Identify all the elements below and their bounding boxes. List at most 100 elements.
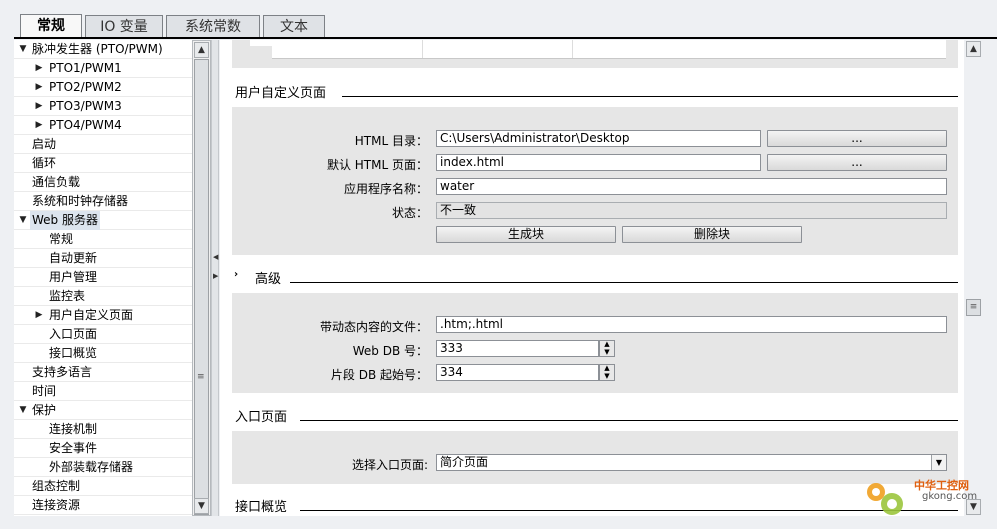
delete-block-button[interactable]: 删除块 <box>622 226 802 243</box>
tab-general[interactable]: 常规 <box>20 14 82 38</box>
entry-page-select[interactable]: 简介页面 ▼ <box>436 454 947 471</box>
tree-item[interactable]: 自动更新 <box>14 249 192 268</box>
fragment-db-field[interactable]: 334 <box>436 364 599 381</box>
navigation-tree: ▼ 脉冲发生器 (PTO/PWM) ▶ PTO1/PWM1 ▶ PTO2/PWM2 ▶ PTO… <box>14 40 192 516</box>
tree-item-label: PTO1/PWM1 <box>49 61 122 75</box>
fragment-db-spinner[interactable]: ▲ ▼ <box>599 364 615 381</box>
html-dir-field[interactable]: C:\Users\Administrator\Desktop <box>436 130 761 147</box>
tree-item[interactable]: 通信负载 <box>14 173 192 192</box>
spin-up-icon[interactable]: ▲ <box>600 341 614 348</box>
tree-item[interactable]: ▶ PTO4/PWM4 <box>14 116 192 135</box>
tree-item-label: PTO3/PWM3 <box>49 99 122 113</box>
browse-html-dir-button[interactable]: ... <box>767 130 947 147</box>
tree-item[interactable]: ▶ PTO1/PWM1 <box>14 59 192 78</box>
tree-item[interactable]: ▼ Web 服务器 <box>14 211 192 230</box>
tree-item[interactable]: ▶ PTO3/PWM3 <box>14 97 192 116</box>
section-divider <box>300 420 958 421</box>
tab-divider <box>14 37 997 39</box>
section-title-interface-overview: 接口概览 <box>235 500 288 515</box>
tree-item[interactable]: 用户管理 <box>14 268 192 287</box>
section-title-advanced: 高级 <box>255 272 282 287</box>
collapsed-caret-icon[interactable]: ▶ <box>34 116 44 135</box>
expand-advanced-icon[interactable]: › <box>234 269 238 280</box>
collapsed-caret-icon[interactable]: ▶ <box>34 97 44 116</box>
html-dir-label: HTML 目录： <box>354 134 428 148</box>
grip-icon: ≡ <box>197 372 205 382</box>
tree-item[interactable]: 监控表 <box>14 287 192 306</box>
tree-item[interactable]: ▶ PTO2/PWM2 <box>14 78 192 97</box>
default-page-field[interactable]: index.html <box>436 154 761 171</box>
tree-item[interactable]: 常规 <box>14 230 192 249</box>
generate-block-button[interactable]: 生成块 <box>436 226 616 243</box>
properties-content: 用户自定义页面 HTML 目录： C:\Users\Administrator\… <box>220 40 964 516</box>
watermark-url: gkong.com <box>922 491 978 502</box>
section-divider <box>342 96 958 97</box>
tree-item-label: PTO4/PWM4 <box>49 118 122 132</box>
watermark-logo: 中华工控网 gkong.com <box>862 474 992 519</box>
tree-item-label: 系统和时钟存储器 <box>32 194 129 208</box>
tree-item[interactable]: 接口概览 <box>14 344 192 363</box>
section-divider <box>300 510 958 511</box>
collapse-left-icon[interactable]: ◀ <box>213 253 218 261</box>
fragment-db-label: 片段 DB 起始号： <box>330 368 428 382</box>
expanded-caret-icon[interactable]: ▼ <box>18 401 28 420</box>
tree-item[interactable]: 外部装载存储器 <box>14 458 192 477</box>
section-divider <box>290 282 958 283</box>
previous-table <box>272 40 946 59</box>
web-db-field[interactable]: 333 <box>436 340 599 357</box>
tree-item-label: 支持多语言 <box>32 365 93 379</box>
tree-item[interactable]: 连接资源 <box>14 496 192 515</box>
web-db-label: Web DB 号： <box>352 344 428 358</box>
tree-item[interactable]: ▶ 用户自定义页面 <box>14 306 192 325</box>
tree-scrollbar[interactable]: ▲ ≡ ▼ <box>192 40 211 516</box>
scroll-up-icon[interactable]: ▲ <box>194 42 209 58</box>
tree-item[interactable]: 启动 <box>14 135 192 154</box>
scroll-up-icon[interactable]: ▲ <box>966 41 981 57</box>
chevron-down-icon[interactable]: ▼ <box>931 455 946 470</box>
content-scrollbar[interactable]: ▲ ≡ ▼ <box>965 40 983 516</box>
tree-item[interactable]: 系统和时钟存储器 <box>14 192 192 211</box>
web-db-spinner[interactable]: ▲ ▼ <box>599 340 615 357</box>
content-scroll-thumb[interactable]: ≡ <box>966 299 981 316</box>
spin-down-icon[interactable]: ▼ <box>600 373 614 380</box>
tree-scroll-thumb[interactable]: ≡ <box>194 59 209 515</box>
tree-item-label: 连接机制 <box>49 422 98 436</box>
tree-item[interactable]: 安全事件 <box>14 439 192 458</box>
section-title-custom-pages: 用户自定义页面 <box>235 86 327 101</box>
tab-io-variables[interactable]: IO 变量 <box>85 15 163 37</box>
tab-system-constants[interactable]: 系统常数 <box>166 15 260 37</box>
spin-up-icon[interactable]: ▲ <box>600 365 614 372</box>
tree-item-label: 通信负载 <box>32 175 81 189</box>
tree-item-label: 组态控制 <box>32 479 81 493</box>
expanded-caret-icon[interactable]: ▼ <box>18 40 28 59</box>
app-name-field[interactable]: water <box>436 178 947 195</box>
tree-item[interactable]: 时间 <box>14 382 192 401</box>
expanded-caret-icon[interactable]: ▼ <box>18 211 28 230</box>
tree-item-label: 用户自定义页面 <box>49 308 134 322</box>
app-name-label: 应用程序名称： <box>343 182 428 196</box>
tree-item[interactable]: ▼ 保护 <box>14 401 192 420</box>
collapsed-caret-icon[interactable]: ▶ <box>34 59 44 78</box>
entry-page-label: 选择入口页面: <box>351 458 428 472</box>
tab-text[interactable]: 文本 <box>263 15 325 37</box>
collapse-right-icon[interactable]: ▶ <box>213 272 218 280</box>
tree-item-label: 保护 <box>32 403 57 417</box>
tree-item[interactable]: 支持多语言 <box>14 363 192 382</box>
tree-item-label: 监控表 <box>49 289 86 303</box>
status-field: 不一致 <box>436 202 947 219</box>
tree-item[interactable]: ▼ 脉冲发生器 (PTO/PWM) <box>14 40 192 59</box>
scroll-down-icon[interactable]: ▼ <box>194 498 209 514</box>
tree-item[interactable]: 连接机制 <box>14 420 192 439</box>
collapsed-caret-icon[interactable]: ▶ <box>34 306 44 325</box>
dynamic-files-field[interactable]: .htm;.html <box>436 316 947 333</box>
tree-item-label: 外部装载存储器 <box>49 460 134 474</box>
pane-splitter[interactable]: ◀ ▶ <box>211 40 219 516</box>
tree-item[interactable]: 组态控制 <box>14 477 192 496</box>
tree-item-label: 接口概览 <box>49 346 98 360</box>
entry-page-panel: 选择入口页面: 简介页面 ▼ <box>232 431 958 484</box>
browse-default-page-button[interactable]: ... <box>767 154 947 171</box>
tree-item[interactable]: 入口页面 <box>14 325 192 344</box>
spin-down-icon[interactable]: ▼ <box>600 349 614 356</box>
collapsed-caret-icon[interactable]: ▶ <box>34 78 44 97</box>
tree-item[interactable]: 循环 <box>14 154 192 173</box>
